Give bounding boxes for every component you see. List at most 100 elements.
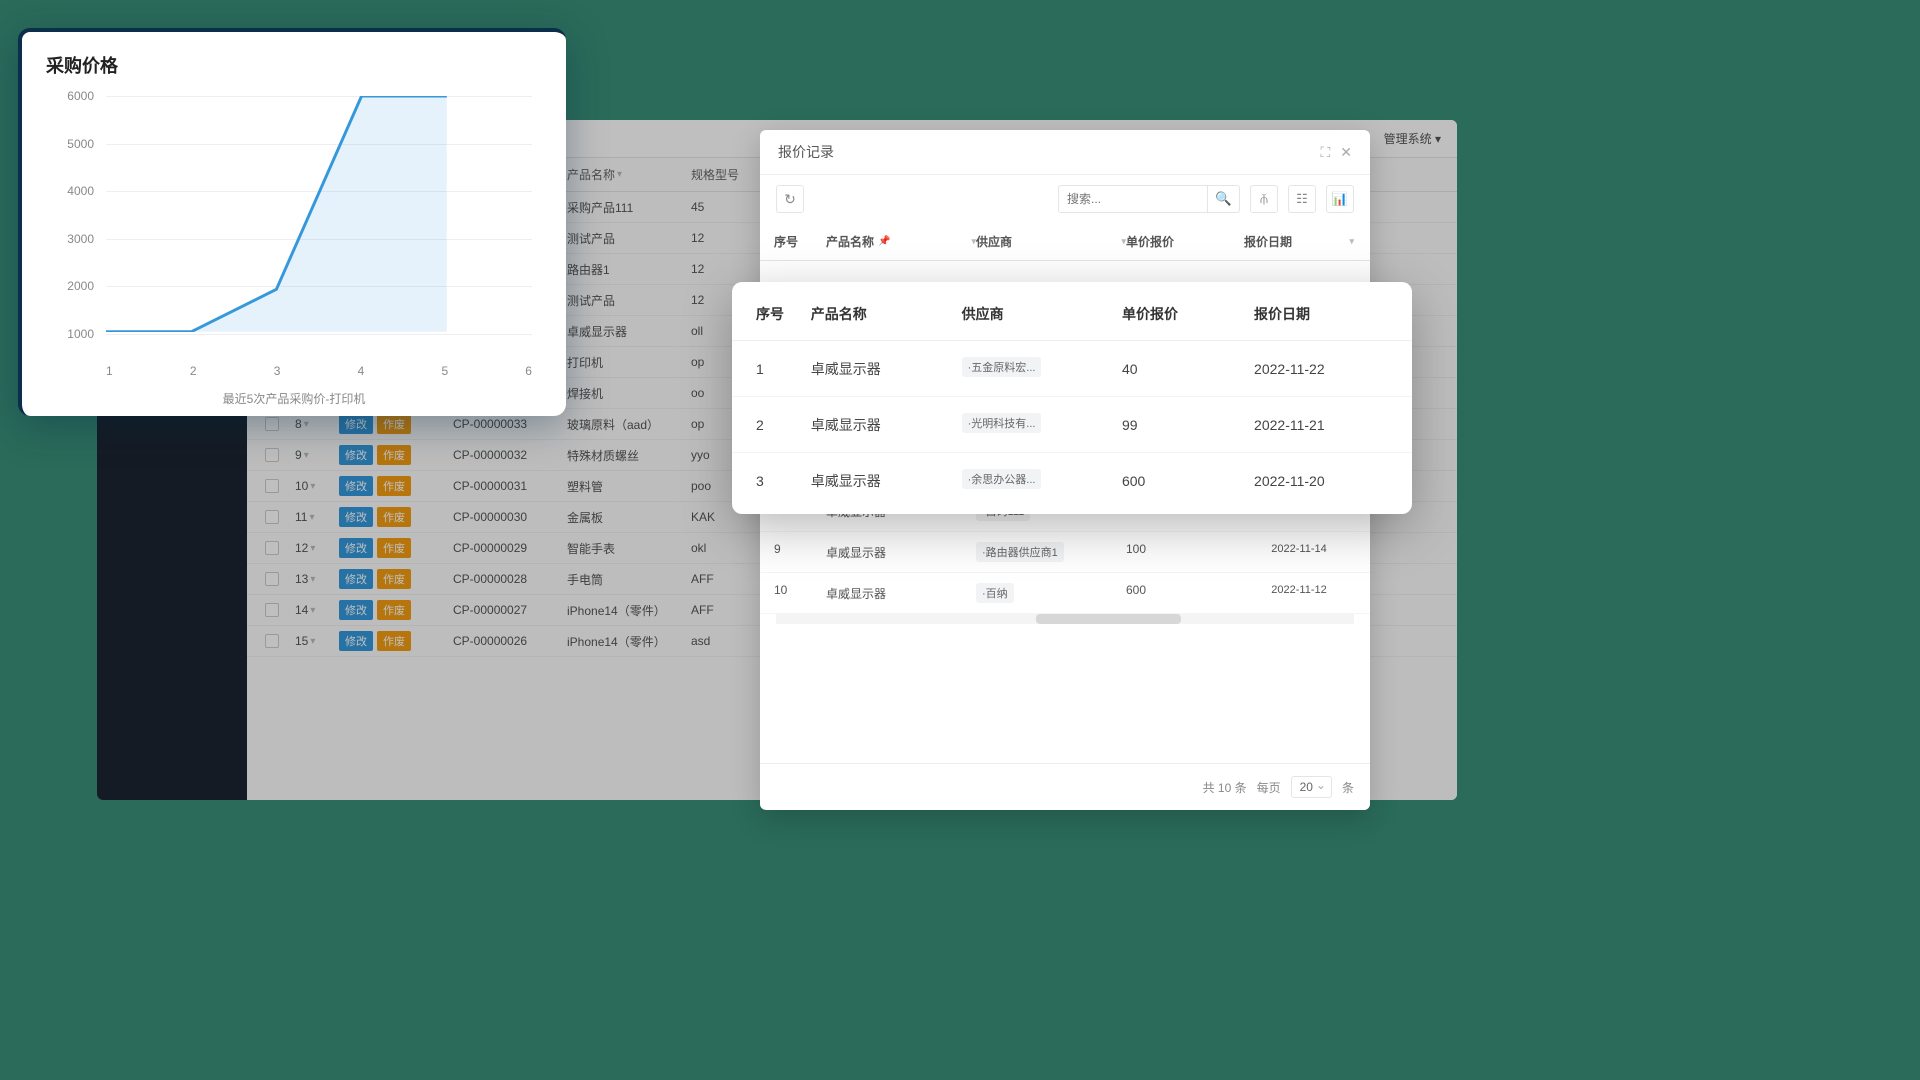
table-row[interactable]: 2 卓威显示器 ·光明科技有... 99 2022-11-21 [732,397,1412,453]
search-button[interactable]: 🔍 [1208,185,1240,213]
cell-name: 卓威显示器 [811,359,962,379]
cell-seq: 9 ▾ [291,448,331,462]
cell-seq: 10 [774,583,826,603]
col-date: 报价日期 [1254,304,1388,324]
cell-name: 卓威显示器 [826,542,976,562]
cell-product-name: 路由器1 [563,261,683,278]
x-tick-label: 6 [525,364,532,378]
cell-name: 卓威显示器 [826,583,976,603]
table-row[interactable]: 3 卓威显示器 ·余思办公器... 600 2022-11-20 [732,453,1412,508]
edit-button[interactable]: 修改 [339,600,373,620]
cell-price: 100 [1126,542,1244,562]
close-icon[interactable]: ✕ [1340,144,1352,161]
edit-button[interactable]: 修改 [339,414,373,434]
cell-supplier: ·路由器供应商1 [976,542,1126,562]
sort-icon[interactable]: ▾ [617,169,622,180]
horizontal-scrollbar[interactable] [776,614,1354,624]
col-seq: 序号 [756,304,811,324]
edit-button[interactable]: 修改 [339,507,373,527]
search-input[interactable] [1058,185,1208,213]
void-button[interactable]: 作废 [377,507,411,527]
checkbox[interactable] [265,541,279,555]
cell-seq: 14 ▾ [291,603,331,617]
cell-product-name: 卓威显示器 [563,323,683,340]
checkbox[interactable] [265,417,279,431]
void-button[interactable]: 作废 [377,445,411,465]
chart-button[interactable]: 📊 [1326,185,1354,213]
page-label: 每页 [1257,779,1281,796]
cell-code: CP-00000030 [449,510,559,524]
settings-button[interactable]: ☷ [1288,185,1316,213]
checkbox[interactable] [265,572,279,586]
cell-seq: 15 ▾ [291,634,331,648]
col-price[interactable]: 单价报价 [1126,233,1244,250]
refresh-button[interactable]: ↻ [776,185,804,213]
checkbox[interactable] [265,448,279,462]
x-tick-label: 3 [274,364,281,378]
cell-seq: 11 ▾ [291,510,331,524]
unit-label: 条 [1342,779,1354,796]
cell-date: 2022-11-14 [1244,542,1354,562]
x-tick-label: 4 [358,364,365,378]
y-tick-label: 1000 [46,327,94,341]
page-size-select[interactable]: 20 [1291,776,1332,798]
col-seq[interactable]: 序号 [774,233,826,250]
col-date[interactable]: 报价日期▾ [1244,233,1354,250]
col-supplier[interactable]: 供应商▾ [976,233,1126,250]
void-button[interactable]: 作废 [377,600,411,620]
cell-seq: 12 ▾ [291,541,331,555]
void-button[interactable]: 作废 [377,569,411,589]
void-button[interactable]: 作废 [377,631,411,651]
checkbox[interactable] [265,510,279,524]
void-button[interactable]: 作废 [377,476,411,496]
edit-button[interactable]: 修改 [339,538,373,558]
cell-product-name: 特殊材质螺丝 [563,447,683,464]
checkbox[interactable] [265,479,279,493]
expand-icon[interactable]: ⛶ [1320,144,1330,161]
table-row[interactable]: 9 卓威显示器 ·路由器供应商1 100 2022-11-14 [760,532,1370,573]
cell-product-name: iPhone14（零件） [563,602,683,619]
supplier-tag[interactable]: ·余思办公器... [962,469,1042,489]
edit-button[interactable]: 修改 [339,476,373,496]
cell-product-name: 打印机 [563,354,683,371]
system-title[interactable]: 管理系统 ▾ [1384,130,1441,147]
col-product-name[interactable]: 产品名称▾ [563,166,683,183]
cell-date: 2022-11-20 [1254,473,1388,489]
edit-button[interactable]: 修改 [339,631,373,651]
dialog-footer: 共 10 条 每页 20 条 [760,763,1370,810]
x-tick-label: 5 [441,364,448,378]
chevron-down-icon[interactable]: ▾ [1349,236,1354,247]
table-row[interactable]: 10 卓威显示器 ·百纳 600 2022-11-12 [760,573,1370,614]
col-product-name[interactable]: 产品名称📌▾ [826,233,976,250]
checkbox[interactable] [265,603,279,617]
void-button[interactable]: 作废 [377,538,411,558]
supplier-tag[interactable]: ·五金原料宏... [962,357,1042,377]
x-tick-label: 2 [190,364,197,378]
edit-button[interactable]: 修改 [339,569,373,589]
y-tick-label: 6000 [46,89,94,103]
edit-button[interactable]: 修改 [339,445,373,465]
col-price: 单价报价 [1122,304,1254,324]
col-supplier: 供应商 [962,304,1122,324]
supplier-tag[interactable]: ·路由器供应商1 [976,542,1064,562]
y-tick-label: 2000 [46,279,94,293]
supplier-tag[interactable]: ·光明科技有... [962,413,1042,433]
chart-area: 100020003000400050006000 123456 [46,96,542,356]
pin-icon[interactable]: 📌 [878,236,890,247]
void-button[interactable]: 作废 [377,414,411,434]
cell-code: CP-00000033 [449,417,559,431]
checkbox[interactable] [265,634,279,648]
cell-date: 2022-11-12 [1244,583,1354,603]
cell-product-name: iPhone14（零件） [563,633,683,650]
filter-button[interactable]: ⫚ [1250,185,1278,213]
dialog-title: 报价记录 [778,142,834,162]
supplier-tag[interactable]: ·百纳 [976,583,1014,603]
table-row[interactable]: 1 卓威显示器 ·五金原料宏... 40 2022-11-22 [732,341,1412,397]
cell-seq: 13 ▾ [291,572,331,586]
cell-product-name: 测试产品 [563,292,683,309]
cell-price: 40 [1122,361,1254,377]
chart-card: 采购价格 100020003000400050006000 123456 最近5… [18,28,566,416]
cell-product-name: 金属板 [563,509,683,526]
cell-name: 卓威显示器 [811,415,962,435]
cell-code: CP-00000031 [449,479,559,493]
